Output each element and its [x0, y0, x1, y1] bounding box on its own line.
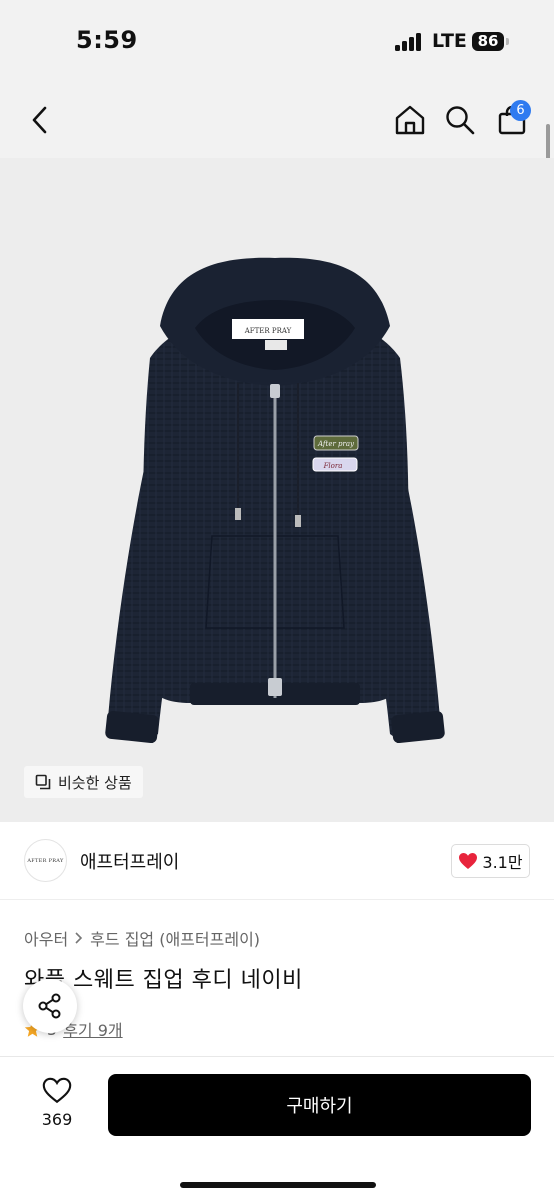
- similar-products-button[interactable]: 비슷한 상품: [24, 766, 143, 798]
- hood-tag-text: AFTER PRAY: [244, 327, 292, 335]
- share-icon: [38, 993, 61, 1019]
- cart-count-badge: 6: [510, 100, 531, 121]
- patch-1-text: After pray: [317, 440, 355, 448]
- brand-name[interactable]: 애프터프레이: [80, 848, 179, 874]
- search-icon: [446, 106, 475, 135]
- copy-icon: [35, 774, 51, 790]
- share-button[interactable]: [23, 979, 77, 1033]
- heart-filled-icon: [459, 853, 478, 869]
- battery-tip: [506, 38, 509, 45]
- brand-like-count: 3.1만: [482, 853, 523, 872]
- patch-2-text: Flora: [323, 462, 343, 470]
- breadcrumb-category[interactable]: 아우터: [24, 926, 68, 950]
- home-button[interactable]: [390, 100, 430, 140]
- search-button[interactable]: [440, 100, 480, 140]
- signal-icon: [395, 33, 425, 51]
- home-indicator[interactable]: [180, 1182, 376, 1188]
- battery-icon: 86: [472, 32, 504, 51]
- product-image[interactable]: AFTER PRAY After pray Flora: [0, 158, 554, 822]
- brand-logo[interactable]: AFTER PRAY: [24, 839, 67, 882]
- breadcrumb: 아우터 후드 집업 (애프터프레이): [24, 926, 260, 950]
- status-bar: 5:59 LTE 86: [0, 0, 554, 80]
- heart-outline-icon: [42, 1077, 72, 1104]
- wishlist-count: 369: [41, 1110, 73, 1129]
- network-type: LTE: [432, 30, 467, 52]
- bottom-action-bar: 369 구매하기: [0, 1056, 554, 1200]
- home-icon: [395, 105, 425, 135]
- brand-like-button[interactable]: 3.1만: [451, 844, 530, 878]
- chevron-right-icon: [75, 932, 83, 944]
- back-arrow-icon: [32, 106, 47, 134]
- wishlist-button[interactable]: 369: [30, 1077, 84, 1143]
- hoodie-illustration: AFTER PRAY After pray Flora: [105, 257, 445, 744]
- back-button[interactable]: [20, 100, 60, 140]
- status-time: 5:59: [76, 26, 138, 54]
- similar-products-label: 비슷한 상품: [58, 773, 132, 792]
- brand-row[interactable]: AFTER PRAY 애프터프레이 3.1만: [0, 822, 554, 900]
- buy-button[interactable]: 구매하기: [108, 1074, 531, 1136]
- nav-bar: [0, 80, 554, 158]
- breadcrumb-subcategory[interactable]: 후드 집업 (애프터프레이): [90, 926, 260, 950]
